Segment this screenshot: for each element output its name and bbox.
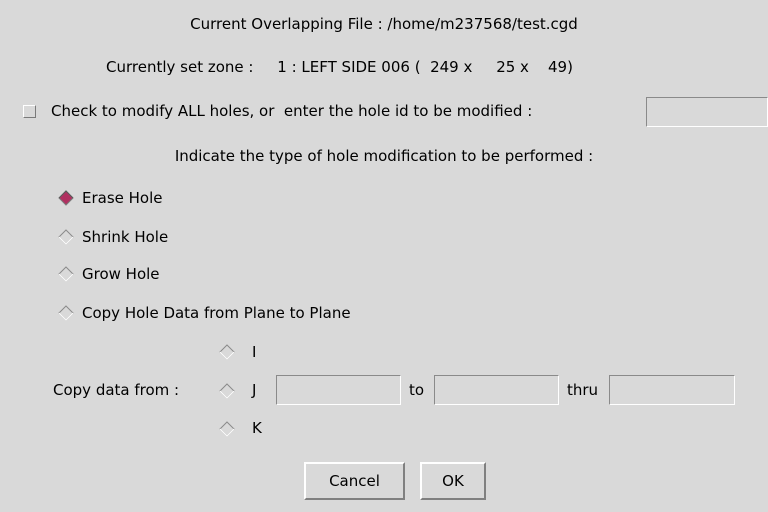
plane-i-label: I bbox=[252, 343, 257, 361]
all-holes-checkbox-label: Check to modify ALL holes, or enter the … bbox=[51, 102, 533, 120]
copy-from-field[interactable] bbox=[276, 375, 401, 405]
cancel-button[interactable]: Cancel bbox=[304, 462, 405, 500]
radio-plane-k[interactable] bbox=[219, 421, 235, 437]
current-zone-label: Currently set zone : 1 : LEFT SIDE 006 (… bbox=[106, 58, 573, 76]
modify-holes-dialog: Current Overlapping File : /home/m237568… bbox=[0, 0, 768, 512]
plane-j-label: J bbox=[252, 381, 257, 399]
radio-grow-hole[interactable] bbox=[58, 266, 74, 282]
radio-copy-hole-data[interactable] bbox=[58, 305, 74, 321]
plane-k-label: K bbox=[252, 419, 262, 437]
ok-button[interactable]: OK bbox=[420, 462, 486, 500]
to-label: to bbox=[409, 381, 425, 399]
copy-thru-field[interactable] bbox=[609, 375, 735, 405]
thru-label: thru bbox=[567, 381, 599, 399]
copy-to-field[interactable] bbox=[434, 375, 559, 405]
radio-erase-hole[interactable] bbox=[58, 190, 74, 206]
shrink-hole-label: Shrink Hole bbox=[82, 228, 169, 246]
modification-prompt: Indicate the type of hole modification t… bbox=[174, 147, 594, 165]
radio-shrink-hole[interactable] bbox=[58, 229, 74, 245]
grow-hole-label: Grow Hole bbox=[82, 265, 160, 283]
copy-hole-data-label: Copy Hole Data from Plane to Plane bbox=[82, 304, 351, 322]
all-holes-checkbox[interactable] bbox=[23, 105, 36, 118]
copy-data-from-label: Copy data from : bbox=[53, 381, 180, 399]
erase-hole-label: Erase Hole bbox=[82, 189, 163, 207]
current-file-label: Current Overlapping File : /home/m237568… bbox=[190, 15, 578, 33]
hole-id-field[interactable] bbox=[646, 97, 768, 127]
radio-plane-j[interactable] bbox=[219, 383, 235, 399]
radio-plane-i[interactable] bbox=[219, 344, 235, 360]
